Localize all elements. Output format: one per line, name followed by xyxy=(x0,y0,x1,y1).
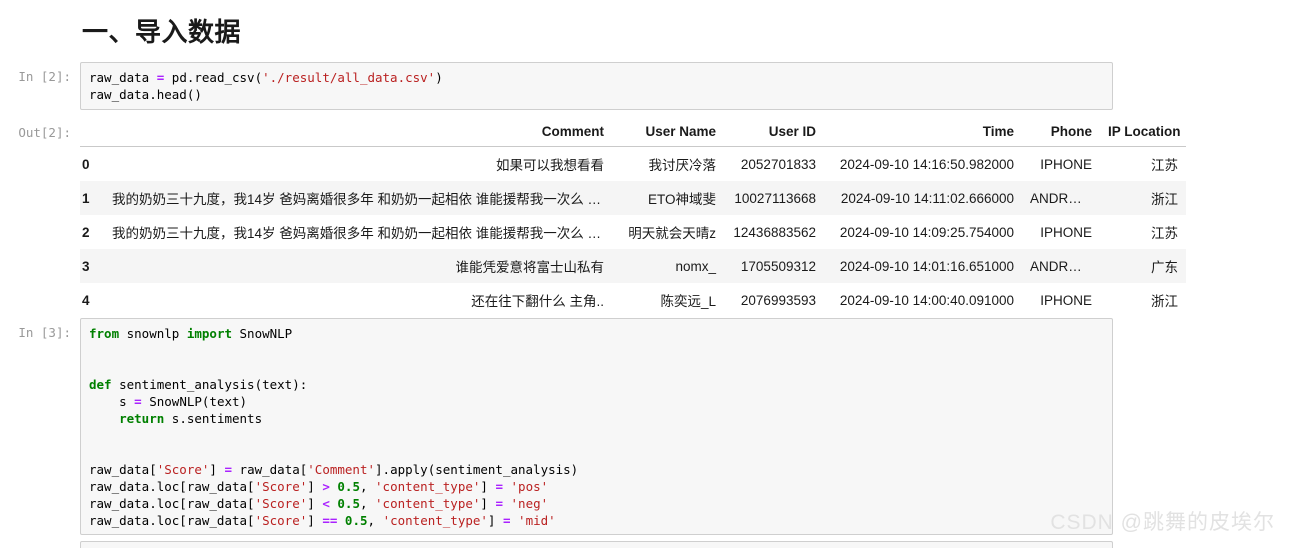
code-line-1: raw_data = pd.read_csv('./result/all_dat… xyxy=(89,70,443,85)
cell-user-name: 我讨厌冷落 xyxy=(612,146,724,181)
cell-time: 2024-09-10 14:00:40.091000 xyxy=(824,283,1022,317)
code-line-9: raw_data['Score'] = raw_data['Comment'].… xyxy=(89,462,579,477)
code-line-10: raw_data.loc[raw_data['Score'] > 0.5, 'c… xyxy=(89,479,549,494)
cell-user-name: 陈奕远_L xyxy=(612,283,724,317)
column-header-phone: Phone xyxy=(1022,120,1100,147)
cell-user-id: 10027113668 xyxy=(724,181,824,215)
column-header-comment: Comment xyxy=(104,120,612,147)
cell-user-name: 明天就会天晴z xyxy=(612,215,724,249)
table-row: 2 我的奶奶三十九度，我14岁 爸妈离婚很多年 和奶奶一起相依 谁能援帮我一次么… xyxy=(80,215,1186,249)
next-code-cell-partial[interactable] xyxy=(80,541,1113,548)
table-row: 4 还在往下翻什么 主角.. 陈奕远_L 2076993593 2024-09-… xyxy=(80,283,1186,317)
dataframe-table: Comment User Name User ID Time Phone IP … xyxy=(80,120,1186,317)
cell-ip-location: 江苏 xyxy=(1100,215,1186,249)
cell-user-id: 12436883562 xyxy=(724,215,824,249)
row-index: 1 xyxy=(80,181,104,215)
cell-time: 2024-09-10 14:16:50.982000 xyxy=(824,146,1022,181)
cell-ip-location: 浙江 xyxy=(1100,181,1186,215)
cell-phone: IPHONE xyxy=(1022,283,1100,317)
input-prompt-label: In [3]: xyxy=(18,325,71,340)
cell-comment: 谁能凭爱意将富士山私有 xyxy=(104,249,612,283)
cell-comment: 还在往下翻什么 主角.. xyxy=(104,283,612,317)
code-line-3 xyxy=(89,359,1104,376)
input-prompt-label: In [2]: xyxy=(18,69,71,84)
page-title: 一、导入数据 xyxy=(82,17,242,47)
cell-time: 2024-09-10 14:09:25.754000 xyxy=(824,215,1022,249)
cell-time: 2024-09-10 14:11:02.666000 xyxy=(824,181,1022,215)
jupyter-notebook: 一、导入数据 In [2]: raw_data = pd.read_csv('.… xyxy=(0,0,1289,548)
code-cell-in-2[interactable]: In [2]: raw_data = pd.read_csv('./result… xyxy=(0,62,1289,110)
cell-user-id: 1705509312 xyxy=(724,249,824,283)
row-index: 4 xyxy=(80,283,104,317)
row-index: 0 xyxy=(80,146,104,181)
cell-user-name: nomx_ xyxy=(612,249,724,283)
row-index: 2 xyxy=(80,215,104,249)
cell-ip-location: 浙江 xyxy=(1100,283,1186,317)
table-header-row: Comment User Name User ID Time Phone IP … xyxy=(80,120,1186,147)
code-line-7 xyxy=(89,427,1104,444)
table-row: 0 如果可以我想看看 我讨厌冷落 2052701833 2024-09-10 1… xyxy=(80,146,1186,181)
cell-comment: 我的奶奶三十九度，我14岁 爸妈离婚很多年 和奶奶一起相依 谁能援帮我一次么 8… xyxy=(104,215,612,249)
output-cell-out-2: Out[2]: Comment User Name User ID Time P… xyxy=(0,118,1289,317)
cell-comment: 如果可以我想看看 xyxy=(104,146,612,181)
column-header-index xyxy=(80,120,104,147)
code-line-5: s = SnowNLP(text) xyxy=(89,394,248,409)
output-prompt-label: Out[2]: xyxy=(18,125,71,140)
code-line-1: from snownlp import SnowNLP xyxy=(89,326,293,341)
code-line-2 xyxy=(89,342,1104,359)
code-line-4: def sentiment_analysis(text): xyxy=(89,377,308,392)
cell-comment: 我的奶奶三十九度，我14岁 爸妈离婚很多年 和奶奶一起相依 谁能援帮我一次么 8… xyxy=(104,181,612,215)
cell-user-id: 2076993593 xyxy=(724,283,824,317)
cell-user-name: ETO神域斐 xyxy=(612,181,724,215)
dataframe-output: Comment User Name User ID Time Phone IP … xyxy=(80,118,1289,317)
column-header-user-id: User ID xyxy=(724,120,824,147)
cell-phone: IPHONE xyxy=(1022,146,1100,181)
cell-ip-location: 广东 xyxy=(1100,249,1186,283)
row-index: 3 xyxy=(80,249,104,283)
column-header-user-name: User Name xyxy=(612,120,724,147)
code-line-12: raw_data.loc[raw_data['Score'] == 0.5, '… xyxy=(89,513,556,528)
code-line-8 xyxy=(89,444,1104,461)
code-editor-in-3[interactable]: from snownlp import SnowNLP def sentimen… xyxy=(80,318,1113,535)
column-header-time: Time xyxy=(824,120,1022,147)
code-line-2: raw_data.head() xyxy=(89,87,202,102)
column-header-ip-location: IP Location xyxy=(1100,120,1186,147)
table-row: 3 谁能凭爱意将富士山私有 nomx_ 1705509312 2024-09-1… xyxy=(80,249,1186,283)
cell-phone: IPHONE xyxy=(1022,215,1100,249)
code-editor-in-2[interactable]: raw_data = pd.read_csv('./result/all_dat… xyxy=(80,62,1113,110)
cell-user-id: 2052701833 xyxy=(724,146,824,181)
code-cell-in-3[interactable]: In [3]: from snownlp import SnowNLP def … xyxy=(0,318,1289,535)
cell-phone: ANDROID xyxy=(1022,181,1100,215)
code-line-6: return s.sentiments xyxy=(119,411,263,426)
cell-time: 2024-09-10 14:01:16.651000 xyxy=(824,249,1022,283)
code-line-11: raw_data.loc[raw_data['Score'] < 0.5, 'c… xyxy=(89,496,549,511)
cell-ip-location: 江苏 xyxy=(1100,146,1186,181)
table-row: 1 我的奶奶三十九度，我14岁 爸妈离婚很多年 和奶奶一起相依 谁能援帮我一次么… xyxy=(80,181,1186,215)
cell-phone: ANDROID xyxy=(1022,249,1100,283)
